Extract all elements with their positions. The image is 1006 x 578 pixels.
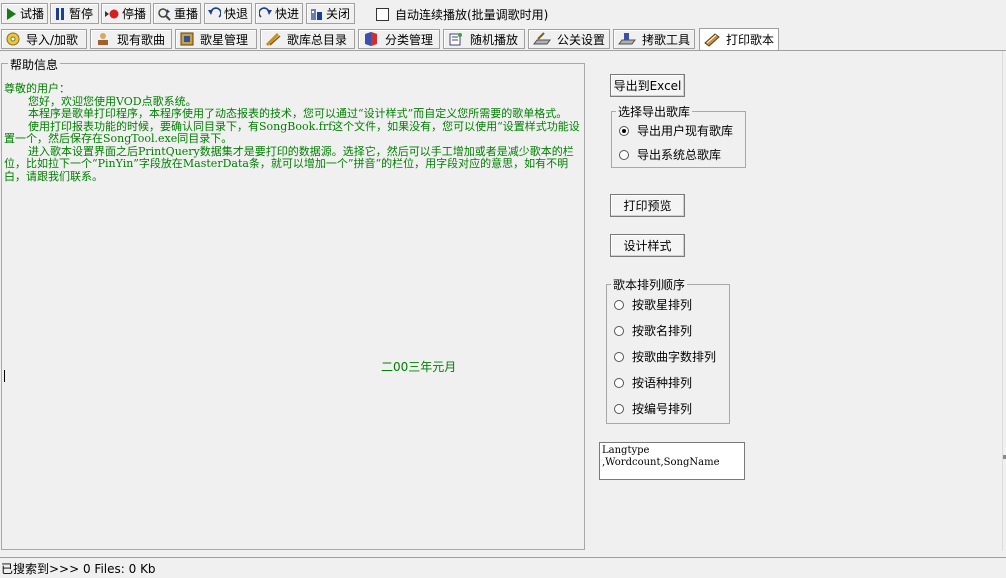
replay-icon: [158, 7, 171, 21]
fast-forward-button-label: 快进: [275, 7, 300, 21]
radio-dot[interactable]: [614, 299, 624, 310]
sort-by-language-radio[interactable]: 按语种排列: [614, 374, 692, 391]
replay-button[interactable]: 重播: [153, 3, 201, 24]
close-button[interactable]: 关闭: [306, 3, 355, 24]
pause-button[interactable]: 暂停: [50, 3, 99, 24]
tab-divider: [0, 50, 1006, 51]
radio-dot[interactable]: [614, 377, 624, 388]
help-info-legend: 帮助信息: [8, 56, 61, 73]
rewind-icon: [208, 6, 221, 18]
tab-random-play[interactable]: 随机播放: [443, 29, 525, 49]
tab-label: 分类管理: [385, 32, 434, 47]
print-preview-button[interactable]: 打印预览: [610, 194, 685, 217]
right-edge-panel: [1002, 51, 1006, 551]
autoplay-label: 自动连续播放(批量调歌时用): [395, 8, 549, 22]
sort-by-singer-radio[interactable]: 按歌星排列: [614, 296, 692, 313]
fast-forward-button[interactable]: 快进: [255, 3, 303, 24]
print-book-icon: [704, 32, 720, 47]
close-button-label: 关闭: [326, 7, 351, 21]
radio-label: 按歌曲字数排列: [632, 350, 717, 364]
cd-icon: [6, 32, 20, 46]
stop-button[interactable]: 停播: [101, 3, 151, 24]
design-style-button[interactable]: 设计样式: [610, 234, 685, 257]
tab-song-catalog[interactable]: 歌库总目录: [260, 29, 355, 49]
play-icon: [7, 7, 16, 20]
radio-label: 按语种排列: [632, 376, 693, 390]
tab-category-management[interactable]: 分类管理: [358, 29, 440, 49]
stop-icon: [105, 9, 119, 18]
tab-copy-tool[interactable]: 拷歌工具: [613, 29, 695, 49]
catalog-icon: [265, 32, 281, 46]
tab-public-settings[interactable]: 公关设置: [528, 29, 610, 49]
help-greeting: 尊敬的用户：: [4, 82, 70, 95]
radio-label: 按歌星排列: [632, 298, 693, 312]
play-button-label: 试播: [20, 7, 45, 21]
autoplay-checkbox[interactable]: 自动连续播放(批量调歌时用): [376, 6, 548, 23]
tab-label: 歌库总目录: [287, 32, 348, 47]
songs-icon: [98, 33, 108, 45]
help-paragraph: 进入歌本设置界面之后PrintQuery数据集才是要打印的数据源。选择它，然后可…: [4, 144, 574, 183]
radio-label: 按编号排列: [632, 402, 693, 416]
export-source-label: 选择导出歌库: [616, 103, 693, 120]
rewind-button-label: 快退: [224, 7, 249, 21]
pause-button-label: 暂停: [69, 7, 94, 21]
sort-order-label: 歌本排列顺序: [611, 276, 688, 293]
tab-singer-management[interactable]: 歌星管理: [175, 29, 257, 49]
rewind-button[interactable]: 快退: [204, 3, 252, 24]
tab-import-songs[interactable]: 导入/加歌: [1, 29, 87, 49]
pause-icon: [56, 7, 64, 20]
radio-label: 按歌名排列: [632, 324, 693, 338]
tab-label: 歌星管理: [200, 32, 249, 47]
export-system-library-radio[interactable]: 导出系统总歌库: [619, 146, 721, 163]
singer-icon: [180, 32, 194, 46]
random-icon: [449, 33, 462, 46]
help-text: 尊敬的用户： 您好，欢迎您使用VOD点歌系统。 本程序是歌单打印程序，本程序使用…: [4, 82, 582, 183]
help-date: 二00三年元月: [381, 360, 457, 374]
radio-dot[interactable]: [614, 325, 624, 336]
tab-label: 现有歌曲: [117, 32, 166, 47]
sort-by-wordcount-radio[interactable]: 按歌曲字数排列: [614, 348, 716, 365]
radio-label: 导出用户现有歌库: [637, 124, 734, 138]
radio-dot[interactable]: [619, 149, 629, 160]
toolbar: 试播 暂停 停播 重播 快退 快进 关闭 自动连续播放(批量调歌时用): [0, 0, 1006, 28]
sort-by-name-radio[interactable]: 按歌名排列: [614, 322, 692, 339]
tab-print-songbook[interactable]: 打印歌本: [699, 28, 779, 50]
checkbox-box[interactable]: [376, 8, 389, 21]
radio-dot[interactable]: [614, 351, 624, 362]
replay-button-label: 重播: [174, 7, 199, 21]
radio-dot[interactable]: [614, 403, 624, 414]
tab-strip: 导入/加歌 现有歌曲 歌星管理 歌库总目录 分类管理 随机播放 公关设置 拷歌工…: [0, 28, 1006, 50]
category-icon: [365, 32, 377, 46]
tab-label: 导入/加歌: [26, 32, 79, 47]
sort-by-number-radio[interactable]: 按编号排列: [614, 400, 692, 417]
export-excel-button[interactable]: 导出到Excel: [610, 74, 685, 97]
play-button[interactable]: 试播: [1, 3, 48, 24]
tab-existing-songs[interactable]: 现有歌曲: [90, 29, 172, 49]
tab-label: 公关设置: [557, 32, 606, 47]
settings-icon: [533, 32, 551, 45]
text-caret: [4, 370, 5, 382]
export-user-library-radio[interactable]: 导出用户现有歌库: [619, 122, 733, 139]
help-paragraph: 本程序是歌单打印程序，本程序使用了动态报表的技术，您可以通过“设计样式”而自定义…: [28, 107, 568, 120]
copy-tool-icon: [618, 33, 636, 45]
close-icon: [311, 8, 322, 20]
tab-label: 拷歌工具: [642, 32, 691, 47]
stop-button-label: 停播: [122, 7, 147, 21]
tab-label: 随机播放: [470, 32, 519, 47]
radio-label: 导出系统总歌库: [637, 148, 722, 162]
sort-fields-memo[interactable]: Langtype ,Wordcount,SongName: [599, 442, 745, 480]
status-bar: 已搜索到>>> 0 Files: 0 Kb: [0, 557, 1006, 578]
tab-label: 打印歌本: [726, 33, 775, 47]
radio-dot[interactable]: [619, 125, 629, 136]
status-text: 已搜索到>>> 0 Files: 0 Kb: [1, 561, 156, 576]
fast-forward-icon: [259, 6, 272, 18]
help-paragraph: 使用打印报表功能的时候，要确认同目录下，有SongBook.frf这个文件，如果…: [4, 119, 580, 145]
